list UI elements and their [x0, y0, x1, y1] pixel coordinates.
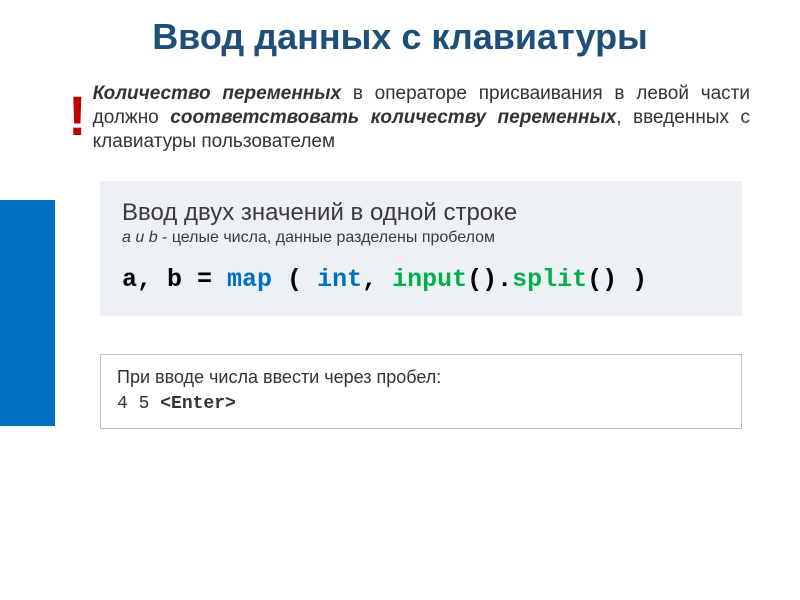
code-plain-4: (). — [467, 265, 512, 294]
code-line: a, b = map ( int, input().split() ) — [122, 265, 720, 294]
code-plain-5: () ) — [587, 265, 647, 294]
code-split: split — [512, 265, 587, 294]
accent-bar — [0, 200, 55, 426]
code-plain-1: a, b = — [122, 265, 227, 294]
code-plain-3: , — [362, 265, 392, 294]
card-subtitle: a и b - целые числа, данные разделены пр… — [122, 229, 720, 247]
code-plain-2: ( — [272, 265, 317, 294]
code-card: Ввод двух значений в одной строке a и b … — [100, 181, 742, 316]
bottom-mono: 4 5 — [117, 394, 160, 414]
note-bold-1: Количество переменных — [93, 83, 341, 104]
code-input: input — [392, 265, 467, 294]
code-map: map — [227, 265, 272, 294]
code-int: int — [317, 265, 362, 294]
note-bold-2: соответствовать количеству переменных — [170, 107, 616, 128]
card-title: Ввод двух значений в одной строке — [122, 199, 720, 227]
exclamation-icon: ! — [68, 88, 87, 144]
page-title: Ввод данных с клавиатуры — [0, 0, 800, 58]
input-example-box: При вводе числа ввести через пробел: 4 5… — [100, 354, 742, 429]
card-sub-rest: - целые числа, данные разделены пробелом — [158, 229, 495, 246]
bottom-line1: При вводе числа ввести через пробел: — [117, 367, 441, 387]
note-block: ! Количество переменных в операторе прис… — [68, 82, 750, 153]
note-text: Количество переменных в операторе присва… — [93, 82, 750, 153]
bottom-enter: <Enter> — [160, 394, 236, 414]
input-example-text: При вводе числа ввести через пробел: 4 5… — [117, 365, 725, 416]
card-sub-ital: a и b — [122, 229, 158, 246]
